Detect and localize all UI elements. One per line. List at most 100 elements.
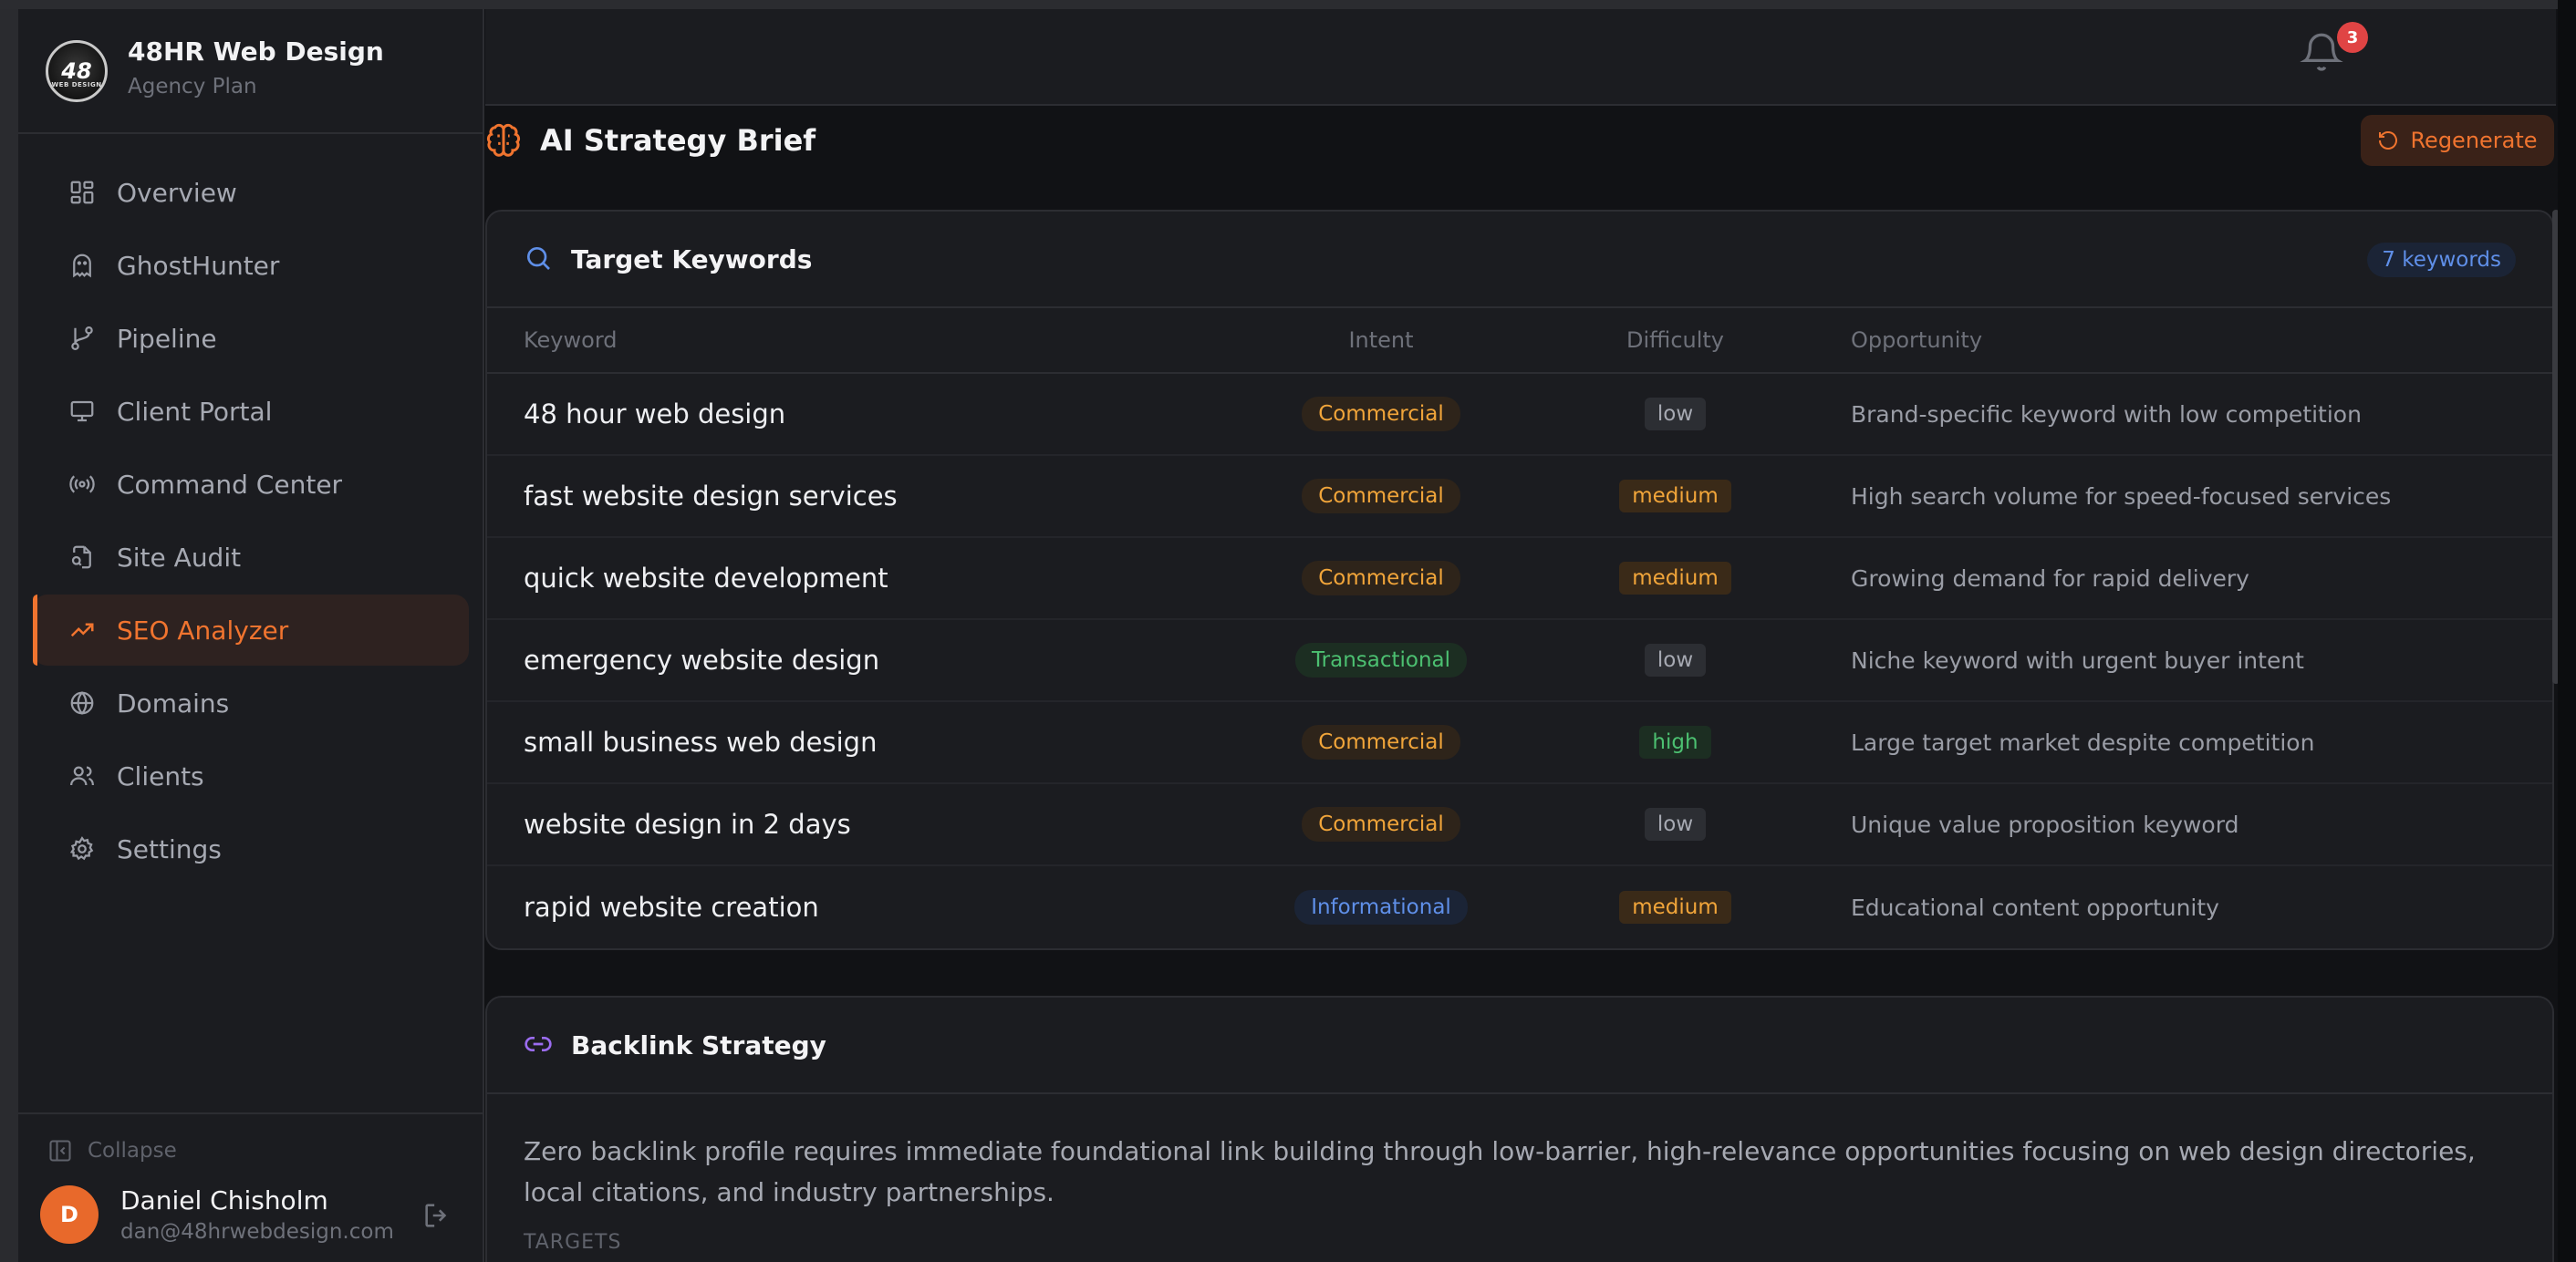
sidebar-item-label: Overview [117,177,237,208]
brand-name: 48HR Web Design [128,36,384,67]
opportunity-cell: High search volume for speed-focused ser… [1851,482,2392,510]
link-icon [524,1029,555,1060]
git-branch-icon [66,322,99,355]
page-title: AI Strategy Brief [540,123,816,158]
column-header-opportunity[interactable]: Opportunity [1805,327,2552,353]
user-name: Daniel Chisholm [120,1185,328,1215]
sidebar-item-clients[interactable]: Clients [33,740,469,812]
keyword-cell: small business web design [524,727,878,758]
strategy-title: AI Strategy Brief [485,122,815,159]
brand-logo: 48 WEB DESIGN [46,40,108,102]
targets-label: TARGETS [524,1231,622,1254]
sidebar-item-ghosthunter[interactable]: GhostHunter [33,230,469,301]
collapse-label: Collapse [88,1139,177,1163]
table-row[interactable]: 48 hour web design Commercial low Brand-… [487,374,2552,456]
intent-badge: Informational [1294,890,1468,925]
ghost-icon [66,249,99,282]
table-header: Keyword Intent Difficulty Opportunity [487,308,2552,374]
column-header-keyword[interactable]: Keyword [487,327,1217,353]
intent-badge: Commercial [1302,561,1460,595]
sidebar: 48 WEB DESIGN 48HR Web Design Agency Pla… [18,9,484,1262]
user-email: dan@48hrwebdesign.com [120,1220,394,1244]
sidebar-item-label: Settings [117,833,222,864]
keyword-cell: fast website design services [524,481,898,512]
difficulty-badge: medium [1619,891,1731,924]
keyword-cell: quick website development [524,563,888,594]
table-row[interactable]: fast website design services Commercial … [487,456,2552,538]
table-row[interactable]: rapid website creation Informational med… [487,866,2552,948]
keyword-count-badge: 7 keywords [2367,243,2516,277]
search-icon [524,243,555,274]
logout-icon[interactable] [421,1200,452,1231]
backlink-strategy-card: Backlink Strategy Zero backlink profile … [485,996,2554,1262]
intent-badge: Commercial [1302,725,1460,760]
sidebar-item-label: Pipeline [117,323,217,354]
sidebar-item-seo-analyzer[interactable]: SEO Analyzer [33,595,469,666]
table-row[interactable]: small business web design Commercial hig… [487,702,2552,784]
difficulty-badge: low [1644,398,1707,430]
monitor-icon [66,395,99,428]
regenerate-button[interactable]: Regenerate [2361,115,2554,166]
table-row[interactable]: emergency website design Transactional l… [487,620,2552,702]
brand-header: 48 WEB DESIGN 48HR Web Design Agency Pla… [18,9,483,134]
card-header: Target Keywords 7 keywords [487,212,2552,308]
difficulty-badge: low [1644,644,1707,677]
sidebar-item-label: Domains [117,688,230,719]
difficulty-badge: high [1639,726,1711,759]
opportunity-cell: Niche keyword with urgent buyer intent [1851,647,2304,674]
avatar[interactable]: D [40,1185,99,1244]
sidebar-item-label: Clients [117,760,204,791]
target-keywords-card: Target Keywords 7 keywords Keyword Inten… [485,210,2554,950]
top-header: 3 [485,9,2556,106]
refresh-icon [2377,129,2399,151]
notification-badge: 3 [2337,22,2368,53]
opportunity-cell: Unique value proposition keyword [1851,811,2239,838]
difficulty-badge: medium [1619,480,1731,512]
table-row[interactable]: quick website development Commercial med… [487,538,2552,620]
sidebar-item-label: Command Center [117,469,343,500]
intent-badge: Commercial [1302,397,1460,431]
sidebar-item-pipeline[interactable]: Pipeline [33,303,469,374]
intent-badge: Transactional [1294,643,1468,678]
sidebar-item-label: Site Audit [117,542,242,573]
brain-icon [485,122,522,159]
sidebar-item-site-audit[interactable]: Site Audit [33,522,469,593]
window-top-strip [0,0,2576,9]
keyword-cell: website design in 2 days [524,809,851,840]
broadcast-icon [66,468,99,501]
opportunity-cell: Educational content opportunity [1851,894,2219,921]
sidebar-nav: Overview GhostHunter Pipeline Client Por… [33,157,469,886]
keyword-cell: rapid website creation [524,892,819,923]
sidebar-item-client-portal[interactable]: Client Portal [33,376,469,447]
keyword-cell: emergency website design [524,645,880,676]
window-left-strip [0,9,18,1262]
sidebar-item-label: SEO Analyzer [117,615,289,646]
file-search-icon [66,541,99,574]
sidebar-collapse-icon [47,1138,73,1164]
globe-icon [66,687,99,719]
card-header: Backlink Strategy [487,998,2552,1094]
keyword-cell: 48 hour web design [524,398,786,429]
intent-badge: Commercial [1302,807,1460,842]
table-row[interactable]: website design in 2 days Commercial low … [487,784,2552,866]
sidebar-item-overview[interactable]: Overview [33,157,469,228]
sidebar-item-settings[interactable]: Settings [33,813,469,884]
column-header-intent[interactable]: Intent [1217,327,1545,353]
regenerate-label: Regenerate [2410,128,2538,153]
difficulty-badge: medium [1619,562,1731,595]
window-right-edge [2558,0,2576,1262]
sidebar-item-label: GhostHunter [117,250,280,281]
sidebar-item-domains[interactable]: Domains [33,667,469,739]
collapse-button[interactable]: Collapse [47,1138,177,1164]
gear-icon [66,833,99,865]
opportunity-cell: Growing demand for rapid delivery [1851,564,2249,592]
sidebar-footer: Collapse D Daniel Chisholm dan@48hrwebde… [18,1112,483,1262]
column-header-difficulty[interactable]: Difficulty [1545,327,1805,353]
card-title: Target Keywords [571,243,813,274]
sidebar-item-command-center[interactable]: Command Center [33,449,469,520]
difficulty-badge: low [1644,808,1707,841]
brand-plan: Agency Plan [128,75,257,98]
backlink-description: Zero backlink profile requires immediate… [524,1136,2476,1207]
opportunity-cell: Brand-specific keyword with low competit… [1851,400,2362,428]
sidebar-item-label: Client Portal [117,396,273,427]
